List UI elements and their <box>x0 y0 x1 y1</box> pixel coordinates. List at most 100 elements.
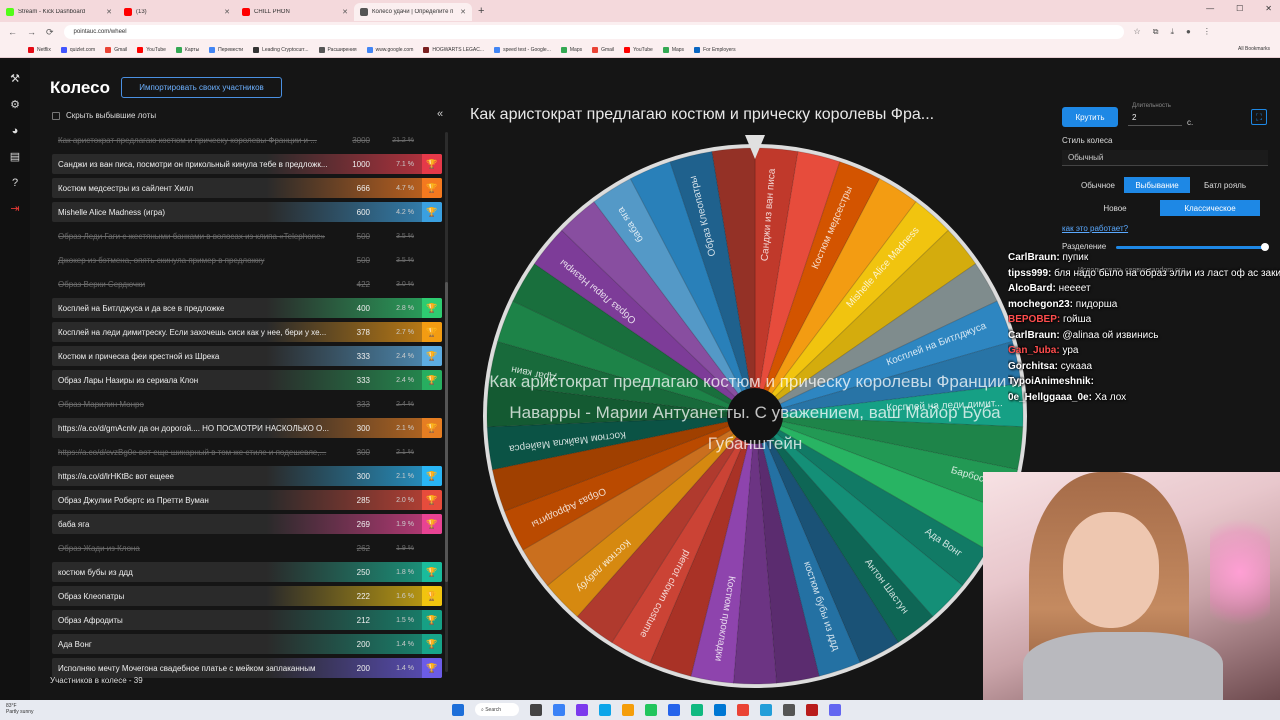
lot-row[interactable]: Костюм медсестры из сайлент Хилл 666 4.7… <box>52 178 442 198</box>
url-field[interactable]: pointauc.com/wheel <box>63 25 1124 39</box>
maximize-icon[interactable]: ☐ <box>1236 4 1243 13</box>
lot-row[interactable]: Косплей на леди димитреску. Если захочеш… <box>52 322 442 342</box>
app-icon-10[interactable] <box>829 703 841 716</box>
logout-icon[interactable]: ⇥ <box>8 202 22 216</box>
bookmark-item[interactable]: HOGWARTS LEGAC... <box>423 46 484 53</box>
new-tab-button[interactable]: + <box>478 5 484 17</box>
close-window-icon[interactable]: ✕ <box>1265 4 1272 13</box>
lot-row[interactable]: баба яга 269 1.9 % 🏆 <box>52 514 442 534</box>
forward-icon[interactable]: → <box>27 27 36 37</box>
lot-row[interactable]: Образ Марилин Монро 333 2.4 % 🏆 <box>52 394 442 414</box>
profile-icon[interactable]: ● <box>1186 27 1191 37</box>
bookmark-star-icon[interactable]: ☆ <box>1134 27 1141 37</box>
cup-icon[interactable]: 🏆 <box>422 178 442 198</box>
import-participants-button[interactable]: Импортировать своих участников <box>121 77 282 98</box>
bookmark-item[interactable]: Gmail <box>592 46 614 53</box>
bookmark-item[interactable]: For Employers <box>694 46 736 53</box>
lot-row[interactable]: Образ Лары Назиры из сериала Клон 333 2.… <box>52 370 442 390</box>
close-tab-icon[interactable]: ✕ <box>106 8 112 16</box>
cup-icon[interactable]: 🏆 <box>422 490 442 510</box>
cup-icon[interactable]: 🏆 <box>422 322 442 342</box>
download-icon[interactable]: ⤓ <box>1170 27 1174 37</box>
app-icon-5[interactable] <box>668 703 680 716</box>
extensions-icon[interactable]: ⧉ <box>1153 27 1159 37</box>
browser-tab[interactable]: Колесо удачи | Определите п ✕ <box>354 3 472 21</box>
bookmark-item[interactable]: YouTube <box>624 46 653 53</box>
app-icon-3[interactable] <box>599 703 611 716</box>
how-it-works-link[interactable]: как это работает? <box>1062 224 1128 233</box>
bookmark-item[interactable]: Maps <box>662 46 684 53</box>
bookmark-item[interactable]: Gmail <box>105 46 127 53</box>
bookmark-item[interactable]: speed test - Google... <box>494 46 551 53</box>
variant-button[interactable]: Классическое <box>1160 200 1260 216</box>
lot-list-scrollbar[interactable] <box>445 132 448 672</box>
task-view-icon[interactable] <box>530 703 542 716</box>
app-icon-9[interactable] <box>806 703 818 716</box>
cup-icon[interactable]: 🏆 <box>422 418 442 438</box>
cup-icon[interactable]: 🏆 <box>422 346 442 366</box>
mode-button[interactable]: Обычное <box>1072 177 1124 193</box>
hide-eliminated-checkbox[interactable] <box>52 111 60 120</box>
back-icon[interactable]: ← <box>8 27 17 37</box>
help-icon[interactable]: ? <box>8 176 22 190</box>
cup-icon[interactable]: 🏆 <box>422 586 442 606</box>
bookmark-item[interactable]: Карты <box>175 46 199 53</box>
mode-button[interactable]: Батл рояль <box>1190 177 1260 193</box>
lot-row[interactable]: Косплей на Битлджуса и да все в предложк… <box>52 298 442 318</box>
start-icon[interactable] <box>452 703 464 716</box>
cup-icon[interactable]: 🏆 <box>422 658 442 678</box>
lot-row[interactable]: костюм бубы из ддд 250 1.8 % 🏆 <box>52 562 442 582</box>
gear-icon[interactable]: ⚙ <box>8 98 22 112</box>
fullscreen-icon[interactable]: ⛶ <box>1251 109 1267 125</box>
minimize-icon[interactable]: — <box>1206 4 1214 13</box>
lot-row[interactable]: Образ Верки Сердючки 422 3.0 % 🏆 <box>52 274 442 294</box>
app-icon-6[interactable] <box>691 703 703 716</box>
taskbar-search[interactable]: ⌕ Search <box>475 703 519 716</box>
lot-row[interactable]: Mishelle Alice Madness (игра) 600 4.2 % … <box>52 202 442 222</box>
lot-row[interactable]: Санджи из ван писа, посмотри он прикольн… <box>52 154 442 174</box>
all-bookmarks[interactable]: All Bookmarks <box>1238 46 1270 52</box>
close-tab-icon[interactable]: ✕ <box>460 8 466 16</box>
duration-input[interactable]: 2 <box>1128 110 1182 126</box>
lot-row[interactable]: https://a.co/d/gmAcnlv да он дорогой....… <box>52 418 442 438</box>
close-tab-icon[interactable]: ✕ <box>342 8 348 16</box>
clipboard-icon[interactable]: ▤ <box>8 150 22 164</box>
bookmark-item[interactable]: Leading Cryptocurr... <box>253 46 309 53</box>
reload-icon[interactable]: ⟳ <box>46 27 54 38</box>
app-icon-8[interactable] <box>783 703 795 716</box>
browser-tab[interactable]: CHILL PHON ✕ <box>236 3 354 21</box>
hide-eliminated-toggle[interactable]: Скрыть выбывшие лоты <box>52 111 156 120</box>
bookmark-item[interactable]: www.google.com <box>366 46 413 53</box>
cup-icon[interactable]: 🏆 <box>422 610 442 630</box>
lot-row[interactable]: Образ Жади из Клона 262 1.9 % 🏆 <box>52 538 442 558</box>
lot-row[interactable]: Джокер из бэтмена, опять скинула пример … <box>52 250 442 270</box>
mode-button[interactable]: Выбывание <box>1124 177 1190 193</box>
app-icon-1[interactable] <box>553 703 565 716</box>
bookmark-item[interactable]: Перевести <box>209 46 243 53</box>
app-icon-2[interactable] <box>576 703 588 716</box>
cup-icon[interactable]: 🏆 <box>422 298 442 318</box>
cup-icon[interactable]: 🏆 <box>422 514 442 534</box>
lot-row[interactable]: Образ Джулии Робертс из Претти Вуман 285… <box>52 490 442 510</box>
lot-row[interactable]: Образ Клеопатры 222 1.6 % 🏆 <box>52 586 442 606</box>
lot-row[interactable]: Как аристократ предлагаю костюм и причес… <box>52 130 442 150</box>
lot-row[interactable]: Исполняю мечту Мочегона свадебное платье… <box>52 658 442 678</box>
bookmark-item[interactable]: YouTube <box>137 46 166 53</box>
cup-icon[interactable]: 🏆 <box>422 202 442 222</box>
cup-icon[interactable]: 🏆 <box>422 634 442 654</box>
folder-icon[interactable] <box>622 703 634 716</box>
bookmark-item[interactable]: Netflix <box>28 46 51 53</box>
app-icon-4[interactable] <box>645 703 657 716</box>
lot-row[interactable]: Образ Леди Гаги с жестяными банками в во… <box>52 226 442 246</box>
bookmark-item[interactable]: Расширения <box>318 46 357 53</box>
lot-row[interactable]: Образ Афродиты 212 1.5 % 🏆 <box>52 610 442 630</box>
browser-tab[interactable]: (13) ✕ <box>118 3 236 21</box>
spin-button[interactable]: Крутить <box>1062 107 1118 127</box>
lot-row[interactable]: https://a.co/d/cvzBg0e вот еще шикарный … <box>52 442 442 462</box>
scrollbar-thumb[interactable] <box>445 282 448 582</box>
collapse-panel-icon[interactable]: « <box>437 108 443 120</box>
chrome-icon[interactable] <box>737 703 749 716</box>
close-tab-icon[interactable]: ✕ <box>224 8 230 16</box>
hammer-icon[interactable]: ⚒ <box>8 72 22 86</box>
menu-icon[interactable]: ⋮ <box>1203 27 1211 37</box>
